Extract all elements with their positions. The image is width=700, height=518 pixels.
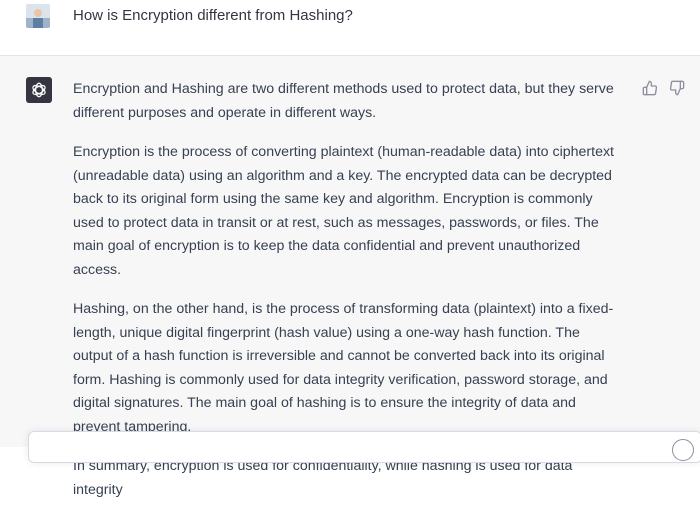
message-composer[interactable] xyxy=(28,431,700,463)
response-paragraph: Encryption and Hashing are two different… xyxy=(73,81,614,121)
thumbs-down-icon[interactable] xyxy=(668,79,686,97)
response-paragraph: Hashing, on the other hand, is the proce… xyxy=(73,301,614,435)
user-message-row: How is Encryption different from Hashing… xyxy=(0,0,700,56)
openai-logo-icon xyxy=(26,77,52,103)
regenerate-icon[interactable] xyxy=(672,439,694,461)
user-question: How is Encryption different from Hashing… xyxy=(73,7,353,24)
assistant-message-row: Encryption and Hashing are two different… xyxy=(0,56,700,498)
user-avatar xyxy=(26,4,50,28)
response-paragraph: Encryption is the process of converting … xyxy=(73,144,614,278)
thumbs-up-icon[interactable] xyxy=(641,79,659,97)
